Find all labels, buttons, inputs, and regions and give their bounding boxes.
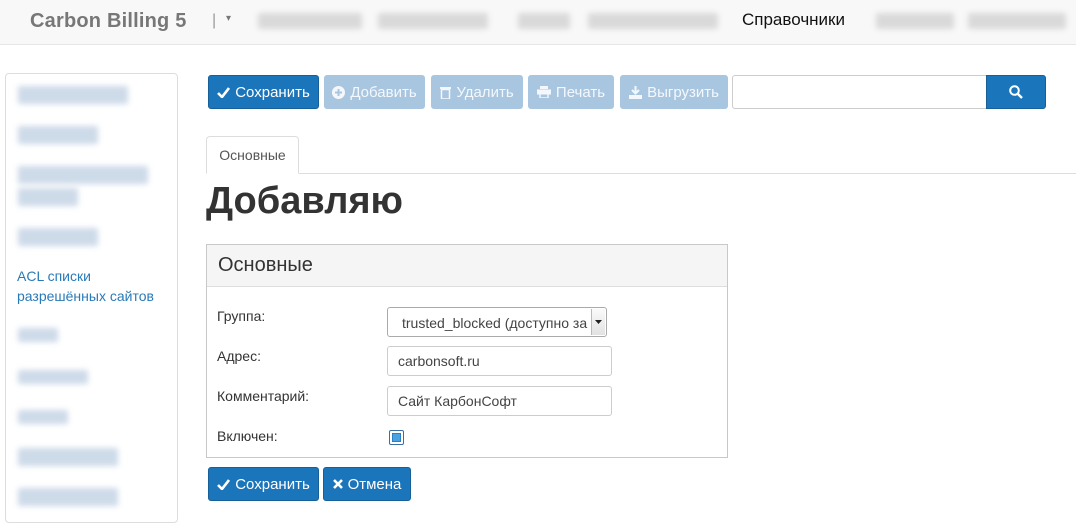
export-button[interactable]: Выгрузить xyxy=(620,75,728,109)
cancel-button-label: Отмена xyxy=(347,475,402,493)
enabled-checkbox[interactable] xyxy=(389,430,404,445)
nav-item-hidden[interactable] xyxy=(588,13,718,29)
print-icon xyxy=(536,86,551,98)
enabled-label: Включен: xyxy=(217,428,278,444)
check-icon xyxy=(217,478,231,490)
nav-item-hidden[interactable] xyxy=(378,13,488,29)
group-select[interactable]: trusted_blocked (доступно за xyxy=(387,307,607,337)
footer-save-label: Сохранить xyxy=(235,475,310,493)
address-field[interactable]: carbonsoft.ru xyxy=(387,346,612,376)
checkbox-checked-mark xyxy=(392,433,401,442)
nav-item-hidden[interactable] xyxy=(968,13,1066,29)
trash-icon xyxy=(440,86,452,99)
brand-logo[interactable]: Carbon Billing 5 xyxy=(30,10,187,33)
sidebar: ACL списки разрешённых сайтов xyxy=(5,73,178,523)
sidebar-item-hidden[interactable] xyxy=(18,328,58,342)
chevron-down-icon[interactable]: ▾ xyxy=(226,13,231,24)
comment-label: Комментарий: xyxy=(217,388,310,404)
tab-main[interactable]: Основные xyxy=(206,136,299,174)
group-label: Группа: xyxy=(217,308,266,324)
save-button-label: Сохранить xyxy=(235,83,310,101)
nav-item-hidden[interactable] xyxy=(518,13,570,29)
sidebar-item-hidden[interactable] xyxy=(18,166,148,184)
close-icon xyxy=(332,479,343,489)
nav-item-hidden[interactable] xyxy=(876,13,954,29)
add-button-label: Добавить xyxy=(350,83,417,101)
print-button-label: Печать xyxy=(555,83,606,101)
save-button[interactable]: Сохранить xyxy=(208,75,319,109)
chevron-down-icon xyxy=(591,309,605,335)
cancel-button[interactable]: Отмена xyxy=(323,467,411,501)
page-title: Добавляю xyxy=(206,180,403,222)
sidebar-item-hidden[interactable] xyxy=(18,410,68,424)
print-button[interactable]: Печать xyxy=(528,75,614,109)
nav-separator: | xyxy=(212,12,217,29)
export-button-label: Выгрузить xyxy=(647,83,719,101)
tabs-divider xyxy=(206,173,1076,174)
group-select-value: trusted_blocked (доступно за xyxy=(402,315,588,331)
sidebar-item-hidden[interactable] xyxy=(18,188,78,206)
address-label: Адрес: xyxy=(217,348,261,364)
delete-button-label: Удалить xyxy=(456,83,514,101)
search-button[interactable] xyxy=(986,75,1046,109)
sidebar-item-hidden[interactable] xyxy=(18,86,128,104)
nav-item-directories[interactable]: Справочники xyxy=(742,10,845,30)
download-icon xyxy=(629,85,643,99)
delete-button[interactable]: Удалить xyxy=(431,75,523,109)
sidebar-item-hidden[interactable] xyxy=(18,126,98,144)
plus-circle-icon xyxy=(332,85,346,99)
form-panel: Основные Группа: trusted_blocked (доступ… xyxy=(206,244,728,458)
check-icon xyxy=(217,86,231,98)
sidebar-item-acl[interactable]: ACL списки разрешённых сайтов xyxy=(17,266,177,306)
search-input[interactable] xyxy=(732,75,987,109)
nav-item-hidden[interactable] xyxy=(258,13,362,29)
sidebar-item-hidden[interactable] xyxy=(18,488,118,506)
add-button[interactable]: Добавить xyxy=(324,75,425,109)
sidebar-item-hidden[interactable] xyxy=(18,228,98,246)
comment-field[interactable]: Сайт КарбонСофт xyxy=(387,386,612,416)
footer-save-button[interactable]: Сохранить xyxy=(208,467,319,501)
sidebar-item-hidden[interactable] xyxy=(18,448,118,466)
search-icon xyxy=(1009,85,1023,99)
top-navbar: Carbon Billing 5 | ▾ Справочники xyxy=(0,0,1076,45)
panel-title: Основные xyxy=(207,245,727,287)
sidebar-item-hidden[interactable] xyxy=(18,370,88,384)
